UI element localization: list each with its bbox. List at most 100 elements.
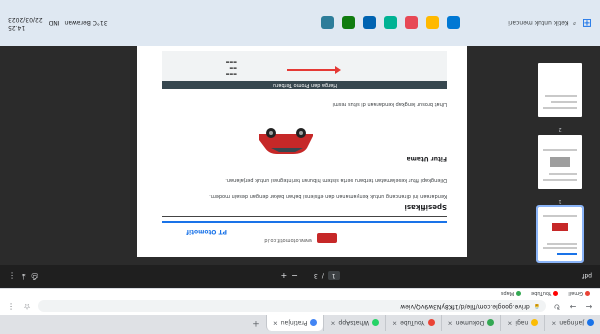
browser-tab[interactable]: WhatsApp ✕ xyxy=(323,315,386,331)
viewer-more-icon[interactable]: ⋮ xyxy=(8,272,16,281)
browser-tab[interactable]: nagi ✕ xyxy=(500,315,545,331)
browser-tab[interactable]: Dokumen ✕ xyxy=(440,315,501,331)
document-link[interactable]: Lihat brosur lengkap kendaraan di situs … xyxy=(333,101,448,107)
taskbar-app-icon[interactable] xyxy=(383,16,397,30)
thumbnail-page-2[interactable] xyxy=(538,135,582,189)
search-icon: ⌕ xyxy=(572,20,576,27)
tab-label: YouTube xyxy=(400,319,425,327)
arrow-line xyxy=(287,69,337,71)
thumbnail-page-3[interactable] xyxy=(538,63,582,117)
tab-label: nagi xyxy=(515,319,529,327)
reload-icon[interactable]: ↻ xyxy=(552,302,562,311)
taskbar-app-icon[interactable] xyxy=(446,16,460,30)
lock-icon: 🔒 xyxy=(533,303,540,310)
tab-close-icon[interactable]: ✕ xyxy=(392,320,397,327)
document-paragraph-1: Kendaraan ini dirancang untuk kenyamanan… xyxy=(209,193,447,199)
thumbnail-page-1[interactable] xyxy=(536,205,584,263)
taskbar-search-placeholder: Ketik untuk mencari xyxy=(508,19,569,27)
thumbnail-panel: 1 2 xyxy=(528,51,592,263)
tab-favicon-icon xyxy=(531,319,539,327)
viewer-filename: pdf xyxy=(582,272,592,280)
language-indicator[interactable]: IND xyxy=(49,20,60,27)
taskbar-app-icon[interactable] xyxy=(320,16,334,30)
thumbnail-number-2: 2 xyxy=(558,126,562,132)
tab-strip: Jaringan ✕ nagi ✕ Dokumen ✕ YouTube ✕ WhatsApp ✕ P… xyxy=(0,315,600,334)
new-tab-button[interactable]: + xyxy=(246,315,266,331)
banner-title: Harga dan Promo Terbaru xyxy=(273,82,337,88)
company-name: PT Otomotif xyxy=(186,228,227,235)
banner-line: ▬▬▬ xyxy=(225,72,237,77)
windows-start-icon[interactable]: ⊞ xyxy=(582,16,592,30)
bookmark-item[interactable]: YouTube xyxy=(531,290,559,297)
clock-date: 22/03/2023 xyxy=(8,16,43,23)
browser-tab[interactable]: Pratinjau ✕ xyxy=(265,315,324,331)
bookmark-label: Gmail xyxy=(568,290,583,297)
taskbar-app-icon[interactable] xyxy=(362,16,376,30)
browser-toolbar: ← → ↻ 🔒 drive.google.com/file/d/1fK8yN3w… xyxy=(0,298,600,315)
taskbar-apps xyxy=(320,16,460,30)
back-icon[interactable]: ← xyxy=(584,302,594,311)
taskbar-search[interactable]: ⌕ Ketik untuk mencari xyxy=(486,19,576,28)
page-separator: / xyxy=(321,272,324,280)
screen: Jaringan ✕ nagi ✕ Dokumen ✕ YouTube ✕ WhatsApp ✕ P… xyxy=(0,0,600,334)
header-rule xyxy=(162,216,447,217)
tab-label: Dokumen xyxy=(455,319,485,327)
bookmark-label: Maps xyxy=(500,290,515,297)
download-icon[interactable]: ⤓ xyxy=(22,271,26,281)
browser-tab[interactable]: Jaringan ✕ xyxy=(544,315,600,331)
taskbar-app-icon[interactable] xyxy=(404,16,418,30)
taskbar-app-icon[interactable] xyxy=(341,16,355,30)
print-icon[interactable]: ⎙ xyxy=(32,271,38,281)
document-subheading: Fitur Utama xyxy=(406,155,447,162)
banner-line: ▬▬ xyxy=(229,66,237,71)
address-text: drive.google.com/file/d/1fK8yN3w9vQ/view xyxy=(400,303,530,310)
page-current[interactable]: 1 xyxy=(327,271,340,281)
bookmark-favicon-icon xyxy=(585,291,590,296)
bookmarks-bar: Gmail YouTube Maps xyxy=(0,288,600,298)
page-total: 3 xyxy=(313,272,318,280)
company-meta: www.otomotif.co.id xyxy=(264,237,312,243)
tab-close-icon[interactable]: ✕ xyxy=(507,320,512,327)
bookmark-favicon-icon xyxy=(516,291,522,296)
document-heading: Spesifikasi xyxy=(404,203,448,211)
tab-favicon-icon xyxy=(487,319,495,327)
bookmark-label: YouTube xyxy=(531,290,552,297)
tab-close-icon[interactable]: ✕ xyxy=(551,320,556,327)
document-paragraph-2: Dilengkapi fitur keselamatan terbaru ser… xyxy=(225,177,447,183)
bookmark-item[interactable]: Gmail xyxy=(568,291,590,297)
tab-close-icon[interactable]: ✕ xyxy=(448,320,453,327)
thumbnail-number-1: 1 xyxy=(558,198,562,204)
banner-line: ▬▬▬ xyxy=(225,60,237,65)
zoom-in-button[interactable]: + xyxy=(281,272,288,281)
clock[interactable]: 14.25 22/03/2023 xyxy=(8,15,43,31)
bookmark-item[interactable]: Maps xyxy=(500,290,522,297)
page-indicator: 1 / 3 xyxy=(313,271,340,281)
address-bar[interactable]: 🔒 drive.google.com/file/d/1fK8yN3w9vQ/vi… xyxy=(38,300,546,313)
zoom-controls: − + xyxy=(281,272,298,281)
company-logo xyxy=(317,233,337,243)
promo-banner: Harga dan Promo Terbaru ▬▬▬ ▬▬ ▬▬▬ xyxy=(162,51,447,89)
tab-favicon-icon xyxy=(310,319,318,327)
tab-favicon-icon xyxy=(372,319,380,327)
browser-menu-icon[interactable]: ⋮ xyxy=(6,302,16,311)
tab-label: Jaringan xyxy=(559,319,584,327)
clock-time: 14.25 xyxy=(8,24,26,31)
taskbar-app-icon[interactable] xyxy=(425,16,439,30)
system-tray: 31°C Berawan IND xyxy=(49,20,108,27)
bookmark-favicon-icon xyxy=(553,291,559,296)
forward-icon[interactable]: → xyxy=(568,302,578,311)
weather-widget[interactable]: 31°C Berawan xyxy=(64,20,107,27)
tab-favicon-icon xyxy=(427,319,435,327)
viewer-header: pdf 1 / 3 − + ⎙ ⤓ ⋮ xyxy=(0,265,600,287)
tab-label: Pratinjau xyxy=(280,319,308,327)
pdf-viewer: pdf 1 / 3 − + ⎙ ⤓ ⋮ 1 2 www.otomotif.co.… xyxy=(0,46,600,287)
bookmark-star-icon[interactable]: ☆ xyxy=(22,302,32,311)
tab-close-icon[interactable]: ✕ xyxy=(330,320,335,327)
tab-close-icon[interactable]: ✕ xyxy=(273,320,278,327)
tab-favicon-icon xyxy=(587,319,594,327)
taskbar: ⊞ ⌕ Ketik untuk mencari 31°C Berawan IND… xyxy=(0,0,600,46)
car-image xyxy=(259,128,313,154)
browser-tab[interactable]: YouTube ✕ xyxy=(385,315,441,331)
zoom-out-button[interactable]: − xyxy=(291,272,298,281)
header-divider xyxy=(162,221,447,223)
